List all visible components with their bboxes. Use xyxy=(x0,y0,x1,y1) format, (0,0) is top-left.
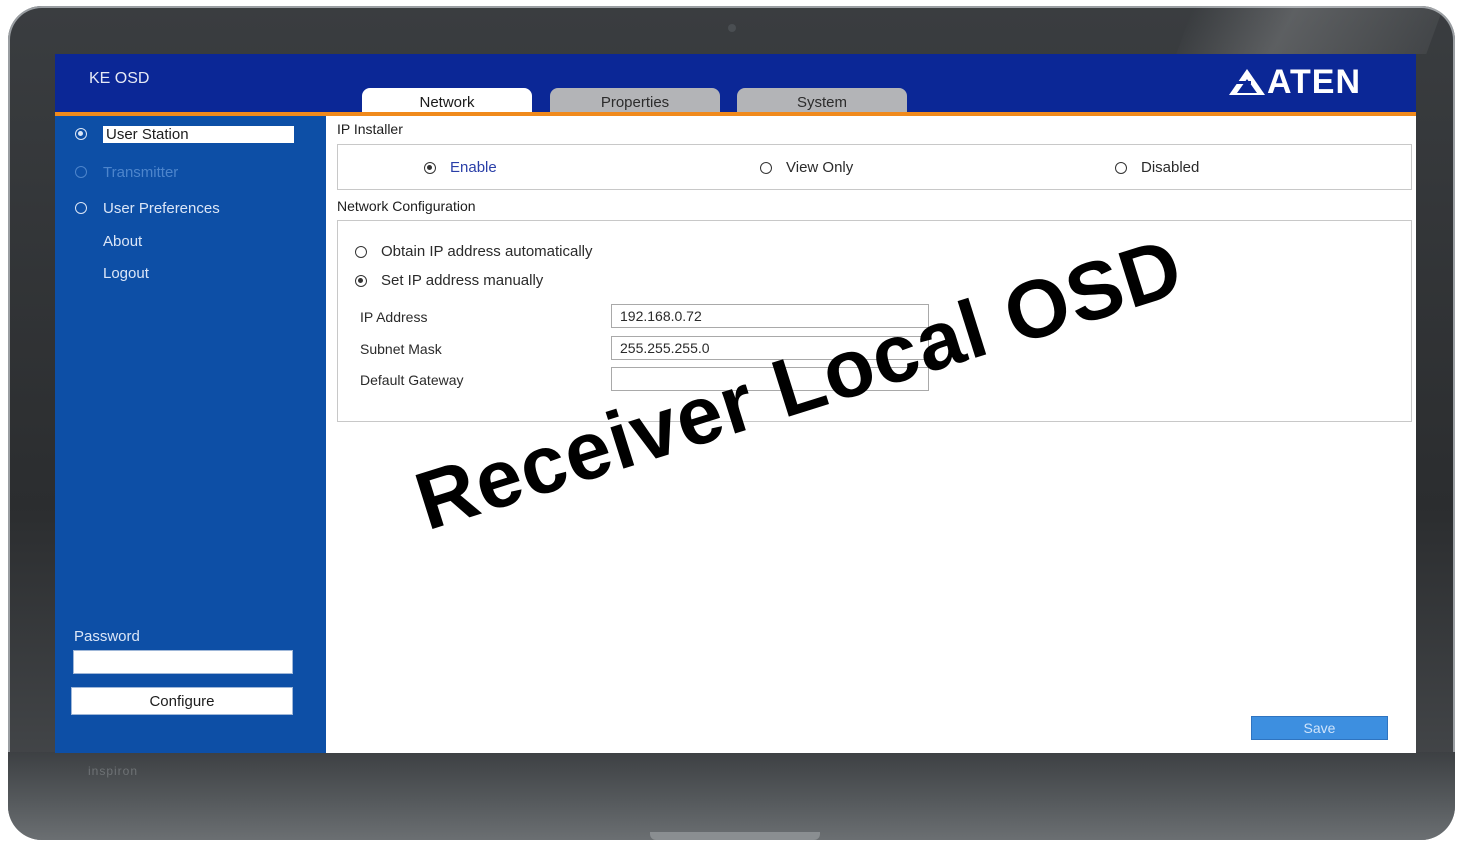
sidebar-item-label: User Station xyxy=(103,125,294,143)
radio-icon xyxy=(75,202,87,214)
ip-installer-group: Enable View Only Disabled xyxy=(337,144,1412,190)
radio-selected-icon xyxy=(355,274,367,287)
obtain-ip-auto-option[interactable]: Obtain IP address automatically xyxy=(355,243,593,260)
option-label: View Only xyxy=(786,159,854,176)
network-configuration-title: Network Configuration xyxy=(337,198,476,214)
webcam-icon xyxy=(728,24,736,32)
radio-selected-icon xyxy=(75,128,87,140)
configure-button-label: Configure xyxy=(149,692,215,710)
radio-icon xyxy=(355,245,367,258)
sidebar: User Station Transmitter User Preference… xyxy=(55,116,326,753)
sidebar-link-logout[interactable]: Logout xyxy=(103,265,149,282)
set-ip-manual-option[interactable]: Set IP address manually xyxy=(355,272,543,289)
sidebar-item-label: Transmitter xyxy=(103,163,179,181)
subnet-mask-label: Subnet Mask xyxy=(360,341,442,357)
password-input[interactable] xyxy=(73,650,293,674)
app-title: KE OSD xyxy=(89,70,150,87)
default-gateway-label: Default Gateway xyxy=(360,372,464,388)
option-label: Disabled xyxy=(1141,159,1200,176)
device-brand: inspiron xyxy=(88,764,139,778)
sidebar-item-transmitter[interactable]: Transmitter xyxy=(75,160,178,184)
aten-logo: ATEN xyxy=(1227,62,1362,101)
option-label: Obtain IP address automatically xyxy=(381,243,593,260)
password-label: Password xyxy=(74,628,140,645)
aten-logo-text: ATEN xyxy=(1267,62,1362,101)
ip-installer-view-only-option[interactable]: View Only xyxy=(760,159,853,176)
monitor-stand xyxy=(650,832,820,840)
save-button[interactable]: Save xyxy=(1251,716,1388,740)
tab-system-label: System xyxy=(796,93,847,111)
radio-icon xyxy=(75,166,87,178)
tab-properties-label: Properties xyxy=(600,93,670,111)
ip-installer-title: IP Installer xyxy=(337,121,403,137)
ip-installer-enable-option[interactable]: Enable xyxy=(424,159,497,176)
ip-installer-disabled-option[interactable]: Disabled xyxy=(1115,159,1199,176)
option-label: Enable xyxy=(450,159,497,176)
sidebar-link-about[interactable]: About xyxy=(103,233,142,250)
save-button-label: Save xyxy=(1303,720,1336,736)
sidebar-item-user-station[interactable]: User Station xyxy=(75,122,294,146)
option-label: Set IP address manually xyxy=(381,272,544,289)
configure-button[interactable]: Configure xyxy=(71,687,293,715)
sidebar-item-label: User Preferences xyxy=(103,199,220,217)
tab-network-label: Network xyxy=(419,93,475,111)
ip-address-label: IP Address xyxy=(360,309,428,325)
radio-selected-icon xyxy=(424,161,436,174)
monitor-chin xyxy=(8,752,1455,840)
screen-glare xyxy=(1176,6,1444,54)
radio-icon xyxy=(760,161,772,174)
radio-icon xyxy=(1115,161,1127,174)
title-bar: KE OSD Network Properties System ATEN xyxy=(55,54,1416,116)
aten-logo-icon xyxy=(1227,69,1265,95)
sidebar-item-user-preferences[interactable]: User Preferences xyxy=(75,196,220,220)
